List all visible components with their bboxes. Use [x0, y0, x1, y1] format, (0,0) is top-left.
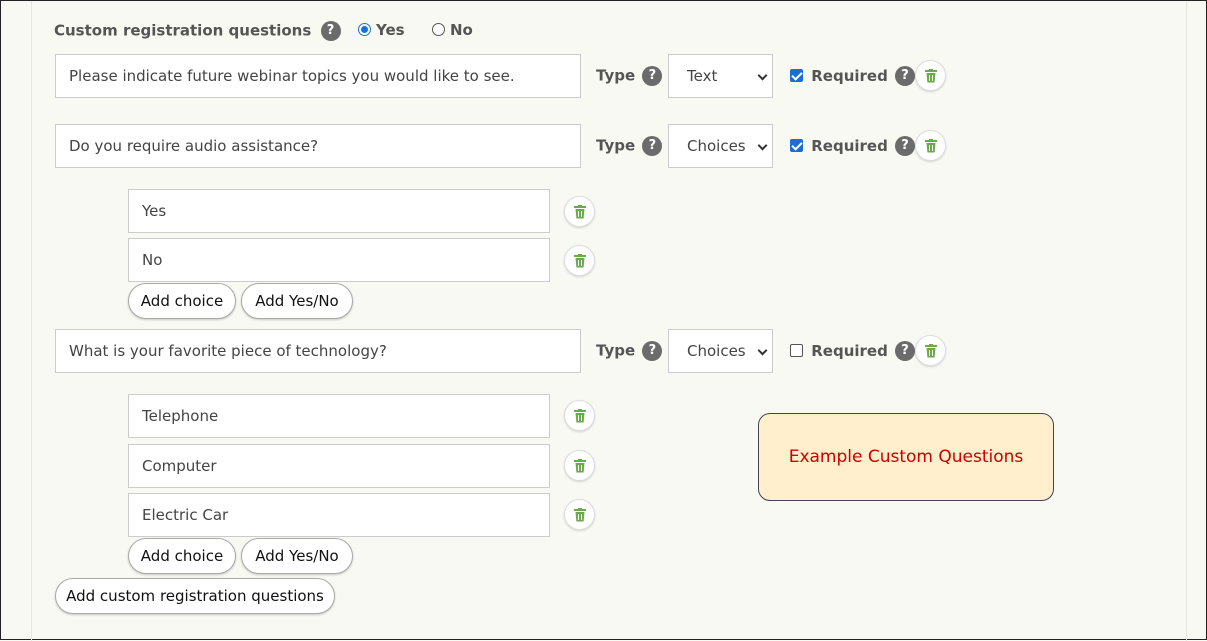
help-icon[interactable]: ?	[642, 136, 663, 156]
chevron-down-icon	[757, 140, 768, 151]
choice-input[interactable]: Computer	[128, 444, 550, 488]
radio-no-icon[interactable]	[432, 23, 445, 36]
required-label: Required	[811, 66, 888, 85]
question-input-1[interactable]: Please indicate future webinar topics yo…	[55, 54, 581, 98]
required-checkbox-1[interactable]	[790, 68, 803, 82]
required-label: Required	[811, 136, 888, 155]
type-label-text: Type	[596, 136, 636, 155]
type-select-1[interactable]: Text	[668, 54, 773, 98]
help-icon[interactable]: ?	[320, 21, 341, 41]
add-yes-no-button[interactable]: Add Yes/No	[241, 283, 353, 319]
type-label-3: Type ?	[596, 341, 663, 361]
type-select-value: Choices	[687, 137, 746, 155]
radio-yes-label: Yes	[376, 21, 405, 39]
add-yes-no-button[interactable]: Add Yes/No	[241, 538, 353, 574]
add-choice-button[interactable]: Add choice	[128, 283, 236, 319]
radio-yes-icon[interactable]	[358, 23, 371, 36]
required-label: Required	[811, 341, 888, 360]
choice-input[interactable]: Telephone	[128, 394, 550, 438]
required-toggle-1[interactable]: Required ?	[790, 66, 916, 86]
question-input-2[interactable]: Do you require audio assistance?	[55, 124, 581, 168]
question-input-3[interactable]: What is your favorite piece of technolog…	[55, 329, 581, 373]
delete-choice-button[interactable]	[564, 499, 595, 530]
delete-choice-button[interactable]	[564, 196, 595, 227]
example-callout: Example Custom Questions	[758, 413, 1054, 501]
type-label-1: Type ?	[596, 66, 663, 86]
type-select-3[interactable]: Choices	[668, 329, 773, 373]
required-toggle-2[interactable]: Required ?	[790, 136, 916, 156]
type-select-2[interactable]: Choices	[668, 124, 773, 168]
help-icon[interactable]: ?	[895, 66, 916, 86]
custom-questions-heading: Custom registration questions ?	[54, 21, 341, 41]
delete-question-button-3[interactable]	[915, 335, 946, 366]
trash-icon	[925, 139, 937, 153]
trash-icon	[574, 205, 586, 219]
radio-no[interactable]: No	[432, 21, 473, 39]
required-checkbox-3[interactable]	[790, 343, 803, 357]
delete-question-button-1[interactable]	[915, 60, 946, 91]
chevron-down-icon	[757, 70, 768, 81]
type-select-value: Choices	[687, 342, 746, 360]
help-icon[interactable]: ?	[895, 136, 916, 156]
choice-input[interactable]: Yes	[128, 189, 550, 233]
chevron-down-icon	[757, 345, 768, 356]
delete-choice-button[interactable]	[564, 245, 595, 276]
help-icon[interactable]: ?	[642, 341, 663, 361]
type-label-text: Type	[596, 66, 636, 85]
type-select-value: Text	[687, 67, 718, 85]
type-label-text: Type	[596, 341, 636, 360]
trash-icon	[574, 459, 586, 473]
delete-choice-button[interactable]	[564, 450, 595, 481]
page-frame: Custom registration questions ? Yes No P…	[0, 0, 1207, 641]
radio-no-label: No	[450, 21, 473, 39]
required-toggle-3[interactable]: Required ?	[790, 341, 916, 361]
delete-choice-button[interactable]	[564, 400, 595, 431]
radio-yes[interactable]: Yes	[358, 21, 405, 39]
choice-input[interactable]: Electric Car	[128, 493, 550, 537]
heading-text: Custom registration questions	[54, 21, 312, 40]
required-checkbox-2[interactable]	[790, 138, 803, 152]
trash-icon	[925, 69, 937, 83]
delete-question-button-2[interactable]	[915, 130, 946, 161]
trash-icon	[574, 254, 586, 268]
add-choice-button[interactable]: Add choice	[128, 538, 236, 574]
help-icon[interactable]: ?	[642, 66, 663, 86]
help-icon[interactable]: ?	[895, 341, 916, 361]
trash-icon	[574, 508, 586, 522]
trash-icon	[925, 344, 937, 358]
add-custom-question-button[interactable]: Add custom registration questions	[55, 578, 335, 614]
trash-icon	[574, 409, 586, 423]
type-label-2: Type ?	[596, 136, 663, 156]
choice-input[interactable]: No	[128, 238, 550, 282]
